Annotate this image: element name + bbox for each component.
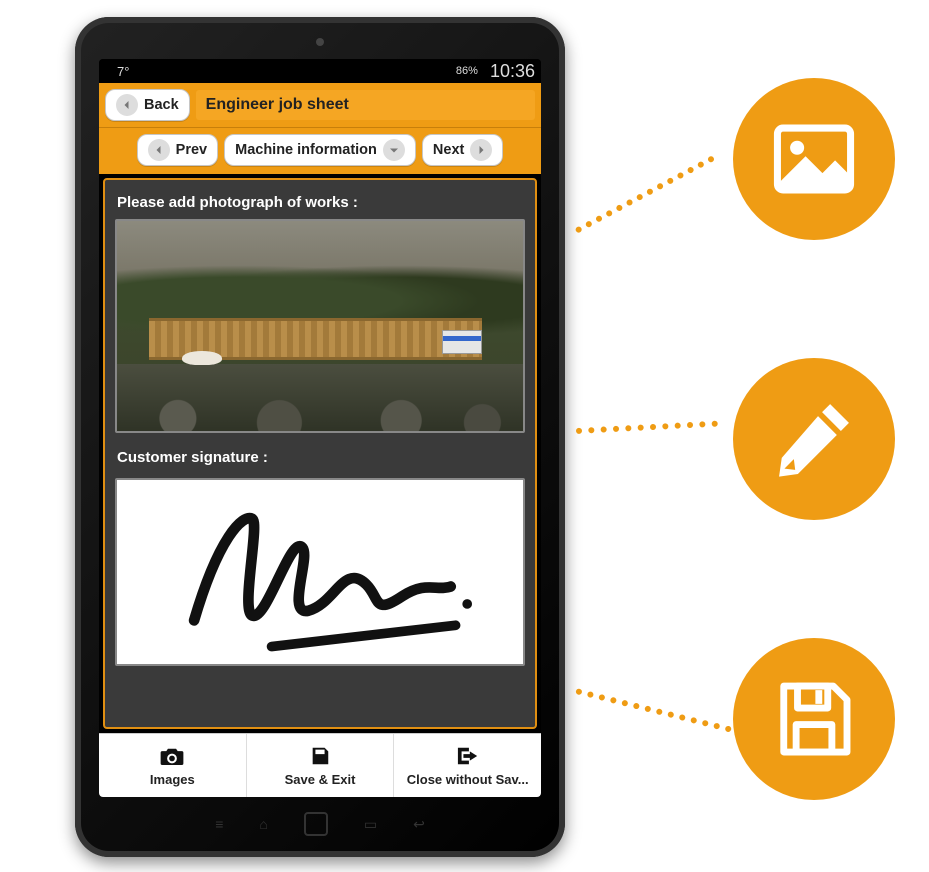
page-title: Engineer job sheet xyxy=(196,90,535,120)
section-nav: Prev Machine information Next xyxy=(99,128,541,174)
home-hint-icon: ⌂ xyxy=(259,816,267,832)
images-button[interactable]: Images xyxy=(99,734,247,797)
arrow-right-icon xyxy=(470,139,492,161)
signature-pad[interactable] xyxy=(115,478,525,666)
close-label: Close without Sav... xyxy=(407,772,529,787)
prev-label: Prev xyxy=(176,142,207,158)
chevron-down-icon xyxy=(383,139,405,161)
arrow-left-icon xyxy=(148,139,170,161)
section-label: Machine information xyxy=(235,142,377,158)
connector-line xyxy=(575,155,716,234)
section-selector[interactable]: Machine information xyxy=(224,134,416,166)
status-bar: 7° 8 xyxy=(99,59,541,83)
save-disk-icon xyxy=(770,675,858,763)
home-hard-button[interactable] xyxy=(304,812,328,836)
images-label: Images xyxy=(150,772,195,787)
next-label: Next xyxy=(433,142,464,158)
arrow-left-icon xyxy=(116,94,138,116)
save-exit-button[interactable]: Save & Exit xyxy=(247,734,395,797)
action-bar: Images Save & Exit Close without Sav... xyxy=(99,733,541,797)
tablet-device: 7° 8 xyxy=(75,17,565,857)
recent-soft-button[interactable]: ▭ xyxy=(364,816,377,833)
callout-save xyxy=(733,638,895,800)
save-exit-label: Save & Exit xyxy=(285,772,356,787)
image-icon xyxy=(769,114,859,204)
back-button[interactable]: Back xyxy=(105,89,190,121)
next-button[interactable]: Next xyxy=(422,134,503,166)
back-label: Back xyxy=(144,97,179,113)
app-header: Back Engineer job sheet xyxy=(99,83,541,128)
close-without-save-button[interactable]: Close without Sav... xyxy=(394,734,541,797)
save-disk-icon xyxy=(307,745,333,770)
callout-image xyxy=(733,78,895,240)
device-screen: 7° 8 xyxy=(99,59,541,797)
works-photo[interactable] xyxy=(115,219,525,433)
camera-icon xyxy=(159,745,185,770)
signature-field-label: Customer signature : xyxy=(117,449,523,466)
photo-field-label: Please add photograph of works : xyxy=(117,194,523,211)
clock-time: 10:36 xyxy=(490,61,535,82)
device-nav-buttons: ≡ ⌂ ▭ ↩ xyxy=(75,809,565,839)
prev-button[interactable]: Prev xyxy=(137,134,218,166)
pencil-icon xyxy=(771,396,857,482)
device-camera xyxy=(316,38,324,46)
menu-soft-button[interactable]: ≡ xyxy=(215,816,223,832)
form-content: Please add photograph of works : Custome… xyxy=(103,178,537,729)
exit-icon xyxy=(455,745,481,770)
feature-callouts xyxy=(733,78,895,800)
battery-percentage: 86% xyxy=(456,65,478,77)
temperature-reading: 7° xyxy=(117,64,129,79)
back-soft-button[interactable]: ↩ xyxy=(413,816,425,833)
connector-line xyxy=(576,421,718,434)
callout-pencil xyxy=(733,358,895,520)
connector-line xyxy=(575,688,732,733)
